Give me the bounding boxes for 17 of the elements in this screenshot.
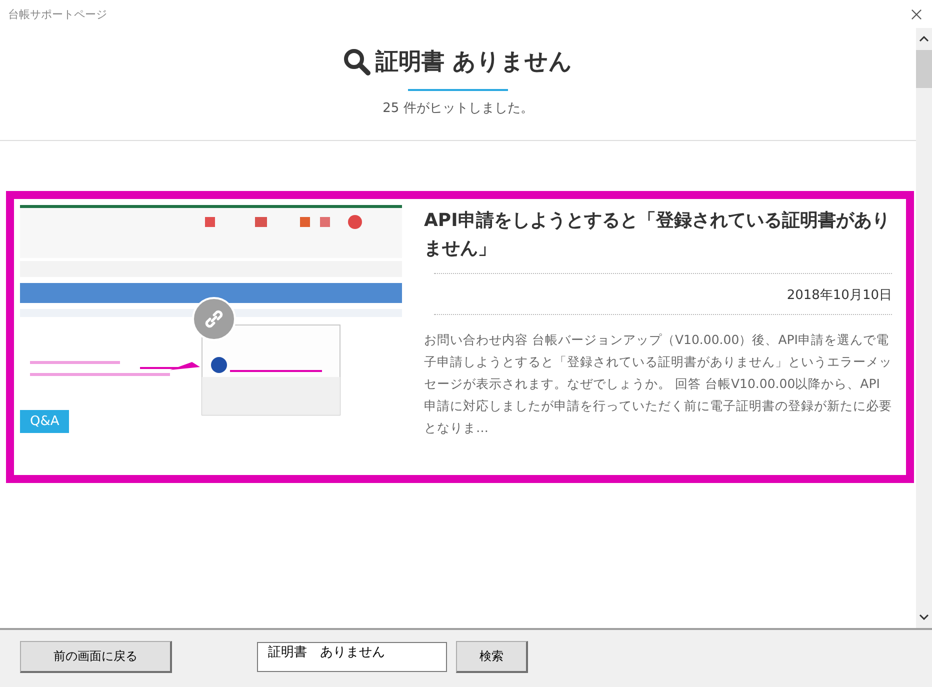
result-card[interactable] (6, 191, 914, 483)
back-button[interactable]: 前の画面に戻る (20, 640, 172, 672)
search-field[interactable]: 証明書 ありません (257, 642, 447, 672)
scroll-thumb[interactable] (916, 50, 932, 88)
scrollbar[interactable] (916, 28, 932, 628)
result-title[interactable]: API申請をしようとすると「登録されている証明書がありません」 (424, 207, 892, 263)
search-heading: 証明書 ありません (375, 48, 572, 77)
scroll-up-icon[interactable] (919, 36, 929, 42)
result-excerpt: お問い合わせ内容 台帳バージョンアップ（V10.00.00）後、API申請を選んで電子申請しようとすると「登録されている証明書がありません」というエラーメッセージが表示されます。なぜでしょうか。 回答 台帳V10.00.00以降から、API申請に対応しましたが申請を行っていただく前に電子証明書の登録が新たに必要となりま… (424, 331, 892, 437)
hit-count: 25 件がヒットしました。 (382, 100, 534, 117)
window-title: 台帳サポートページ (8, 6, 107, 22)
close-icon[interactable] (911, 8, 922, 20)
search-button[interactable]: 検索 (456, 640, 528, 672)
scroll-down-icon[interactable] (919, 614, 929, 620)
search-icon (343, 48, 372, 76)
result-date: 2018年10月10日 (786, 287, 892, 304)
category-tag: Q&A (20, 410, 70, 433)
